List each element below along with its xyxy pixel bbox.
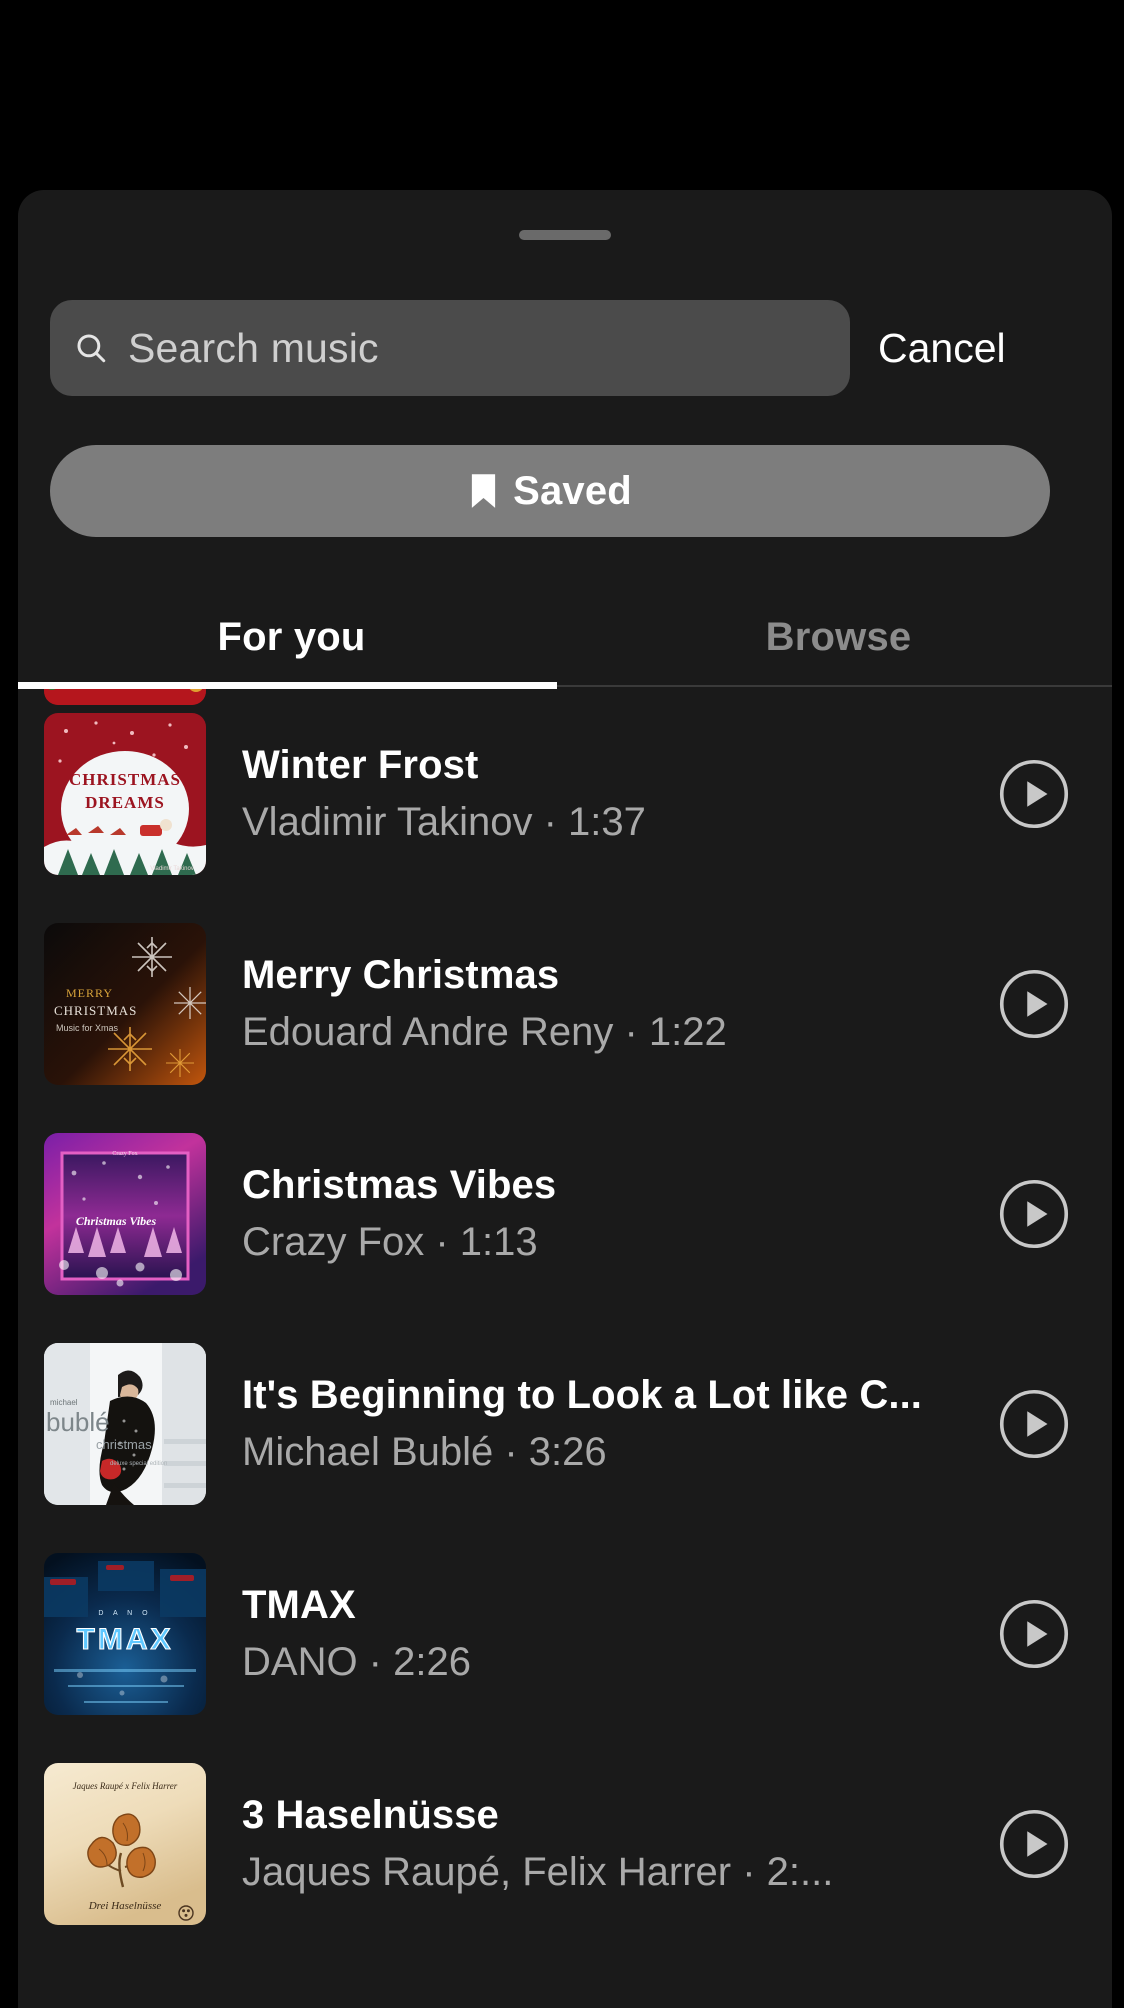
- svg-text:TMAX: TMAX: [77, 1623, 174, 1656]
- music-picker-sheet: Search music Cancel Saved For you Browse: [18, 190, 1112, 2008]
- merry-christmas-cover: MERRY CHRISTMAS Music for Xmas: [44, 923, 206, 1085]
- bookmark-icon: [468, 473, 499, 510]
- track-text: TMAX DANO · 2:26: [206, 1583, 998, 1685]
- svg-text:MERRY: MERRY: [66, 986, 113, 1000]
- christmas-vibes-cover: Crazy Fox Christmas Vibes: [44, 1133, 206, 1295]
- svg-text:Jaques Raupé x Felix Harrer: Jaques Raupé x Felix Harrer: [73, 1781, 178, 1791]
- phone-screen: Search music Cancel Saved For you Browse: [0, 0, 1124, 2008]
- track-text: Winter Frost Vladimir Takinov · 1:37: [206, 743, 998, 845]
- tab-bar: For you Browse: [18, 590, 1112, 685]
- track-meta: Jaques Raupé, Felix Harrer · 2:...: [242, 1850, 834, 1894]
- track-row[interactable]: CHRISTMAS DREAMS Vladimir Takinov Winter…: [18, 689, 1112, 899]
- play-icon[interactable]: [998, 1808, 1070, 1880]
- track-meta: DANO · 2:26: [242, 1640, 471, 1684]
- track-text: It's Beginning to Look a Lot like C... M…: [206, 1373, 998, 1475]
- svg-text:michael: michael: [50, 1398, 78, 1407]
- svg-text:deluxe special edition: deluxe special edition: [110, 1461, 167, 1467]
- search-placeholder: Search music: [128, 324, 379, 371]
- track-row[interactable]: MERRY CHRISTMAS Music for Xmas Merry Chr…: [18, 899, 1112, 1109]
- svg-text:Crazy Fox: Crazy Fox: [112, 1151, 137, 1157]
- play-icon[interactable]: [998, 1598, 1070, 1670]
- svg-text:christmas: christmas: [96, 1437, 152, 1452]
- svg-text:Music for Xmas: Music for Xmas: [56, 1023, 119, 1033]
- play-icon[interactable]: [998, 758, 1070, 830]
- track-row[interactable]: michael bublé christmas deluxe special e…: [18, 1319, 1112, 1529]
- track-meta: Michael Bublé · 3:26: [242, 1430, 607, 1474]
- tmax-cover: D A N O TMAX: [44, 1553, 206, 1715]
- cancel-button[interactable]: Cancel: [872, 325, 1006, 372]
- track-title: Winter Frost: [242, 743, 479, 787]
- track-row[interactable]: Jaques Raupé x Felix Harrer Drei Haselnü…: [18, 1739, 1112, 1949]
- svg-text:CHRISTMAS: CHRISTMAS: [69, 770, 181, 789]
- track-title: TMAX: [242, 1583, 356, 1627]
- track-text: Merry Christmas Edouard Andre Reny · 1:2…: [206, 953, 998, 1055]
- svg-text:Vladimir Takinov: Vladimir Takinov: [150, 866, 194, 872]
- track-meta: Edouard Andre Reny · 1:22: [242, 1010, 727, 1054]
- track-list[interactable]: CHRISTMAS DREAMS Vladimir Takinov Winter…: [18, 689, 1112, 2008]
- play-icon[interactable]: [998, 968, 1070, 1040]
- sheet-drag-handle[interactable]: [519, 230, 611, 240]
- track-meta: Crazy Fox · 1:13: [242, 1220, 538, 1264]
- track-text: Christmas Vibes Crazy Fox · 1:13: [206, 1163, 998, 1265]
- saved-button[interactable]: Saved: [50, 445, 1050, 537]
- search-row: Search music Cancel: [50, 300, 1080, 396]
- tab-browse[interactable]: Browse: [565, 590, 1112, 685]
- svg-text:CHRISTMAS: CHRISTMAS: [54, 1003, 137, 1018]
- play-icon[interactable]: [998, 1178, 1070, 1250]
- michael-buble-christmas-cover: michael bublé christmas deluxe special e…: [44, 1343, 206, 1505]
- saved-label: Saved: [513, 468, 632, 513]
- track-title: Merry Christmas: [242, 953, 560, 997]
- track-title: It's Beginning to Look a Lot like C...: [242, 1373, 922, 1417]
- drei-haselnuesse-cover: Jaques Raupé x Felix Harrer Drei Haselnü…: [44, 1763, 206, 1925]
- track-row[interactable]: D A N O TMAX TMAX DANO · 2:26: [18, 1529, 1112, 1739]
- tab-for-you[interactable]: For you: [18, 590, 565, 685]
- track-meta: Vladimir Takinov · 1:37: [242, 800, 646, 844]
- active-tab-indicator: [18, 682, 557, 689]
- search-icon: [74, 331, 108, 365]
- svg-text:DREAMS: DREAMS: [85, 793, 165, 812]
- svg-text:Drei Haselnüsse: Drei Haselnüsse: [88, 1900, 162, 1912]
- svg-text:Christmas Vibes: Christmas Vibes: [76, 1214, 157, 1228]
- play-icon[interactable]: [998, 1388, 1070, 1460]
- track-title: Christmas Vibes: [242, 1163, 557, 1207]
- track-text: 3 Haselnüsse Jaques Raupé, Felix Harrer …: [206, 1793, 998, 1895]
- track-title: 3 Haselnüsse: [242, 1793, 499, 1837]
- christmas-dreams-cover: CHRISTMAS DREAMS Vladimir Takinov: [44, 713, 206, 875]
- search-input[interactable]: Search music: [50, 300, 850, 396]
- tab-bar-divider: [557, 685, 1112, 687]
- svg-text:bublé: bublé: [46, 1407, 110, 1437]
- track-row[interactable]: Crazy Fox Christmas Vibes Christmas Vibe…: [18, 1109, 1112, 1319]
- svg-text:D A N O: D A N O: [98, 1610, 151, 1617]
